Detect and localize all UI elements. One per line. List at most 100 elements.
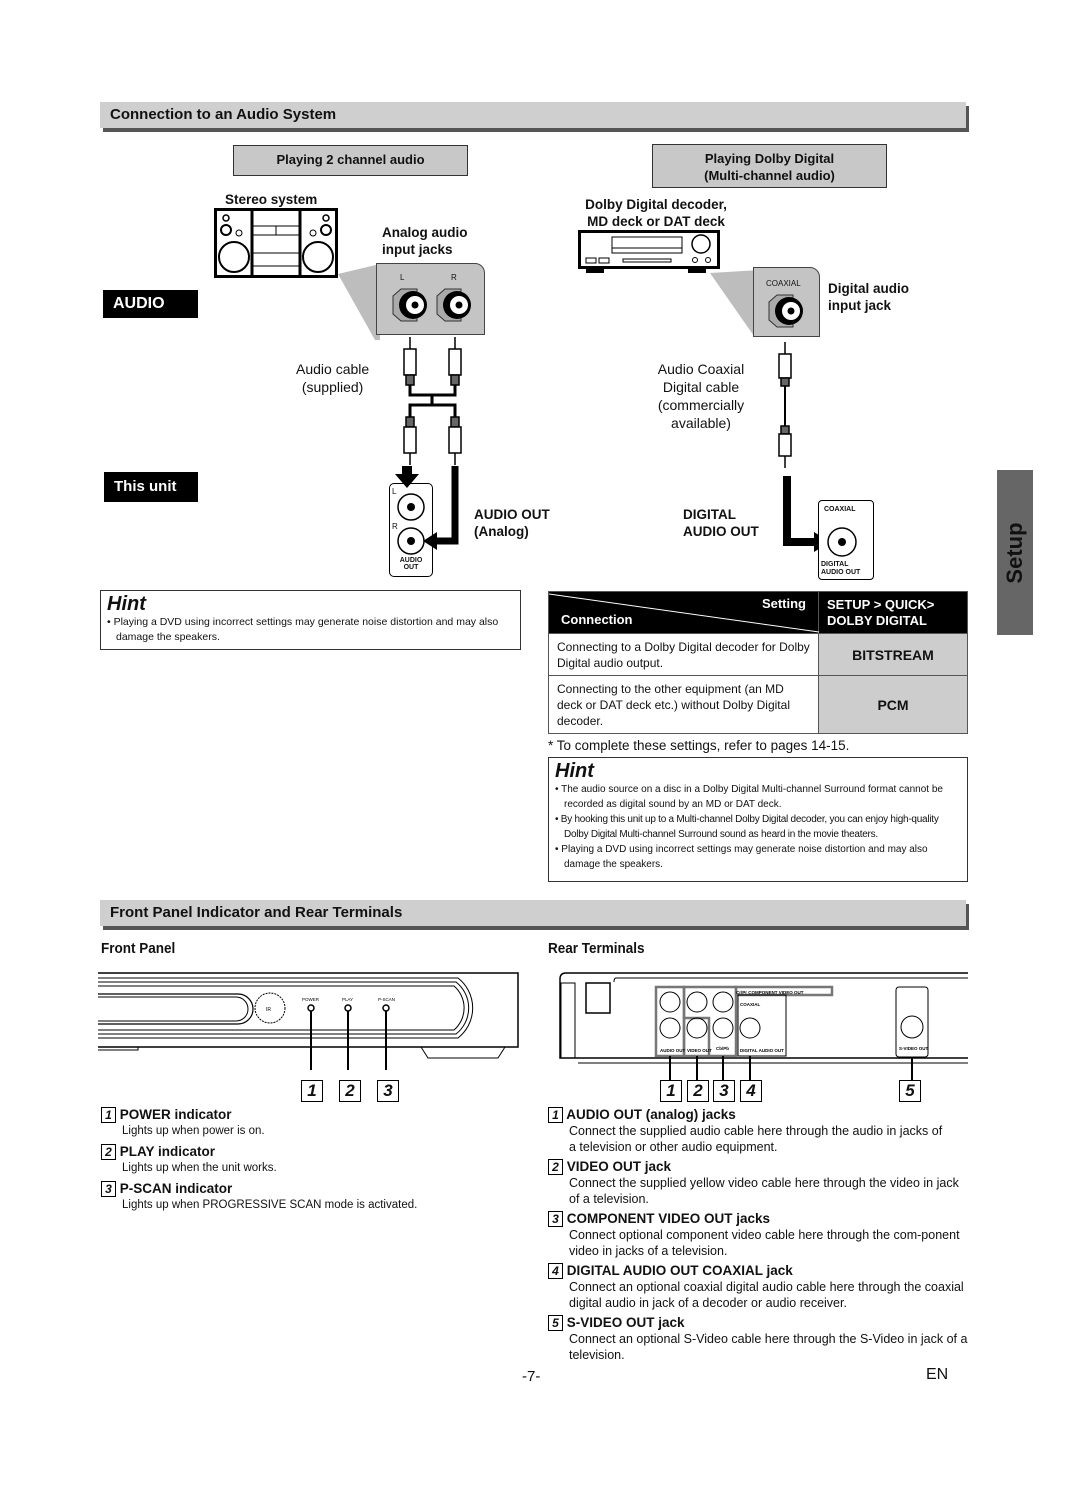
- power-led-label: POWER: [302, 997, 320, 1002]
- audio-label: AUDIO: [103, 290, 198, 318]
- digital-input-line2: input jack: [828, 298, 892, 313]
- hint-item: Playing a DVD using incorrect settings m…: [555, 842, 961, 872]
- analog-input-line2: input jacks: [382, 242, 453, 257]
- audio-cable-line1: Audio cable: [296, 361, 370, 377]
- item-desc: Connect the supplied yellow video cable …: [569, 1176, 959, 1206]
- playing-dolby-label-1: Playing Dolby Digital: [704, 151, 835, 166]
- rca-jack-r-icon: [436, 288, 471, 322]
- this-unit-label: This unit: [104, 472, 198, 502]
- audio-cable-line2: (supplied): [301, 379, 364, 395]
- item-title: PLAY indicator: [119, 1144, 216, 1159]
- unit-jack-caption-2: OUT: [403, 564, 419, 571]
- rear-terminals-heading: Rear Terminals: [548, 940, 645, 957]
- item-desc: Connect an optional coaxial digital audi…: [569, 1280, 964, 1310]
- hint-box-left: Hint Playing a DVD using incorrect setti…: [100, 590, 521, 650]
- unit-coax-caption-2: AUDIO OUT: [821, 569, 861, 576]
- jack-label-r: R: [451, 273, 457, 282]
- hint-item: By hooking this unit up to a Multi-chann…: [555, 812, 961, 842]
- decoder-line2: MD deck or DAT deck: [587, 214, 725, 229]
- component-video-out-label: Cr/Pr COMPONENT VIDEO OUT: [736, 990, 804, 995]
- audio-out-line2: (Analog): [474, 524, 529, 539]
- language-code: EN: [926, 1366, 949, 1383]
- item-desc: Connect an optional S-Video cable here t…: [569, 1332, 968, 1362]
- digital-audio-out-label: DIGITAL AUDIO OUT: [683, 506, 759, 540]
- list-item: 1 AUDIO OUT (analog) jacks Connect the s…: [548, 1106, 968, 1155]
- video-out-rear-label: VIDEO OUT: [687, 1048, 712, 1053]
- coaxial-label: COAXIAL: [766, 279, 801, 288]
- section-title: Front Panel Indicator and Rear Terminals: [110, 904, 403, 921]
- setup-tab-label: Setup: [1002, 521, 1027, 584]
- section-title: Connection to an Audio System: [110, 106, 337, 123]
- ir-label: IR: [266, 1007, 271, 1013]
- hint-title: Hint: [555, 760, 594, 782]
- page-number: -7-: [522, 1368, 541, 1385]
- unit-jack-caption-1: AUDIO: [399, 557, 423, 564]
- list-item: 2 VIDEO OUT jack Connect the supplied ye…: [548, 1158, 968, 1207]
- list-item: 3 P-SCAN indicator Lights up when PROGRE…: [101, 1180, 521, 1213]
- section-header-audio-system: Connection to an Audio System: [100, 102, 966, 128]
- item-number: 1: [548, 1107, 563, 1123]
- rear-callout-4: 4: [740, 1080, 762, 1102]
- list-item: 2 PLAY indicator Lights up when the unit…: [101, 1143, 521, 1176]
- front-panel-heading: Front Panel: [101, 940, 176, 957]
- item-title: VIDEO OUT jack: [566, 1159, 672, 1174]
- unit-jack-caption: AUDIO OUT: [390, 557, 432, 571]
- analog-input-label: Analog audio input jacks: [382, 224, 468, 258]
- decoder-device-icon: [578, 230, 720, 273]
- settings-header-connection: Connection: [561, 612, 633, 627]
- digital-out-line1: DIGITAL: [683, 507, 736, 522]
- unit-coax-label: COAXIAL: [824, 506, 856, 513]
- digital-input-jack-panel: COAXIAL: [753, 267, 820, 337]
- setup-side-tab: Setup: [997, 470, 1033, 635]
- unit-digital-out-jack: COAXIAL DIGITAL AUDIO OUT: [818, 500, 874, 580]
- digital-input-line1: Digital audio: [828, 281, 909, 296]
- item-number: 3: [548, 1211, 563, 1227]
- audio-out-analog-label: AUDIO OUT (Analog): [474, 506, 550, 540]
- rca-jack-l-icon: [392, 288, 427, 322]
- rear-callout-1: 1: [660, 1080, 682, 1102]
- item-number: 2: [548, 1159, 563, 1175]
- playing-dolby-label-2: (Multi-channel audio): [704, 168, 835, 183]
- header-value-line2: DOLBY DIGITAL: [827, 612, 927, 628]
- coax-jack-icon: [768, 294, 803, 328]
- settings-header-diagonal: Setting Connection: [548, 591, 819, 634]
- playing-2ch-label: Playing 2 channel audio: [276, 152, 425, 167]
- jack-label-l: L: [400, 273, 405, 282]
- pscan-led-label: P-SCAN: [378, 997, 395, 1002]
- rear-callout-5: 5: [899, 1080, 921, 1102]
- coaxial-rear-label: COAXIAL: [740, 1002, 761, 1007]
- rear-callout-3: 3: [713, 1080, 735, 1102]
- play-led-label: PLAY: [342, 997, 353, 1002]
- front-callout-1: 1: [301, 1080, 323, 1102]
- playing-2ch-box: Playing 2 channel audio: [233, 145, 468, 176]
- item-number: 5: [548, 1315, 563, 1331]
- rear-terminal-items: 1 AUDIO OUT (analog) jacks Connect the s…: [548, 1106, 968, 1363]
- settings-header-setting: Setting: [761, 596, 806, 611]
- playing-dolby-box: Playing Dolby Digital (Multi-channel aud…: [652, 144, 887, 188]
- analog-input-jacks-panel: L R: [376, 263, 485, 335]
- coax-cable-line: Audio Coaxial: [657, 361, 745, 377]
- stereo-system-label: Stereo system: [225, 192, 318, 207]
- row-connection: Connecting to the other equipment (an MD…: [548, 675, 819, 734]
- svideo-out-rear-label: S-VIDEO OUT: [899, 1046, 929, 1051]
- front-callout-2: 2: [339, 1080, 361, 1102]
- cbpb-rear-label: Cb/Pb: [716, 1046, 729, 1051]
- coax-cable-label: Audio Coaxial Digital cable (commerciall…: [645, 360, 757, 432]
- table-row: Connecting to a Dolby Digital decoder fo…: [548, 633, 968, 676]
- digital-audio-out-rear-label: DIGITAL AUDIO OUT: [740, 1048, 784, 1053]
- front-panel-diagram: IR POWER PLAY P-SCAN: [98, 972, 519, 1070]
- list-item: 1 POWER indicator Lights up when power i…: [101, 1106, 521, 1139]
- item-desc: Connect optional component video cable h…: [569, 1228, 960, 1258]
- rear-panel-diagram: Cr/Pr COMPONENT VIDEO OUT COAXIAL AUDIO …: [559, 972, 968, 1082]
- list-item: 5 S-VIDEO OUT jack Connect an optional S…: [548, 1314, 968, 1363]
- hint-item: The audio source on a disc in a Dolby Di…: [555, 782, 961, 812]
- section-header-front-rear: Front Panel Indicator and Rear Terminals: [100, 900, 966, 926]
- analog-input-line1: Analog audio: [382, 225, 468, 240]
- list-item: 3 COMPONENT VIDEO OUT jacks Connect opti…: [548, 1210, 968, 1259]
- stereo-system-icon: [214, 208, 338, 278]
- item-number: 1: [101, 1107, 116, 1123]
- item-desc: Connect the supplied audio cable here th…: [569, 1124, 943, 1154]
- item-title: COMPONENT VIDEO OUT jacks: [566, 1211, 771, 1226]
- unit-coax-caption-1: DIGITAL: [821, 561, 849, 568]
- coax-cable-line: Digital cable: [662, 379, 740, 395]
